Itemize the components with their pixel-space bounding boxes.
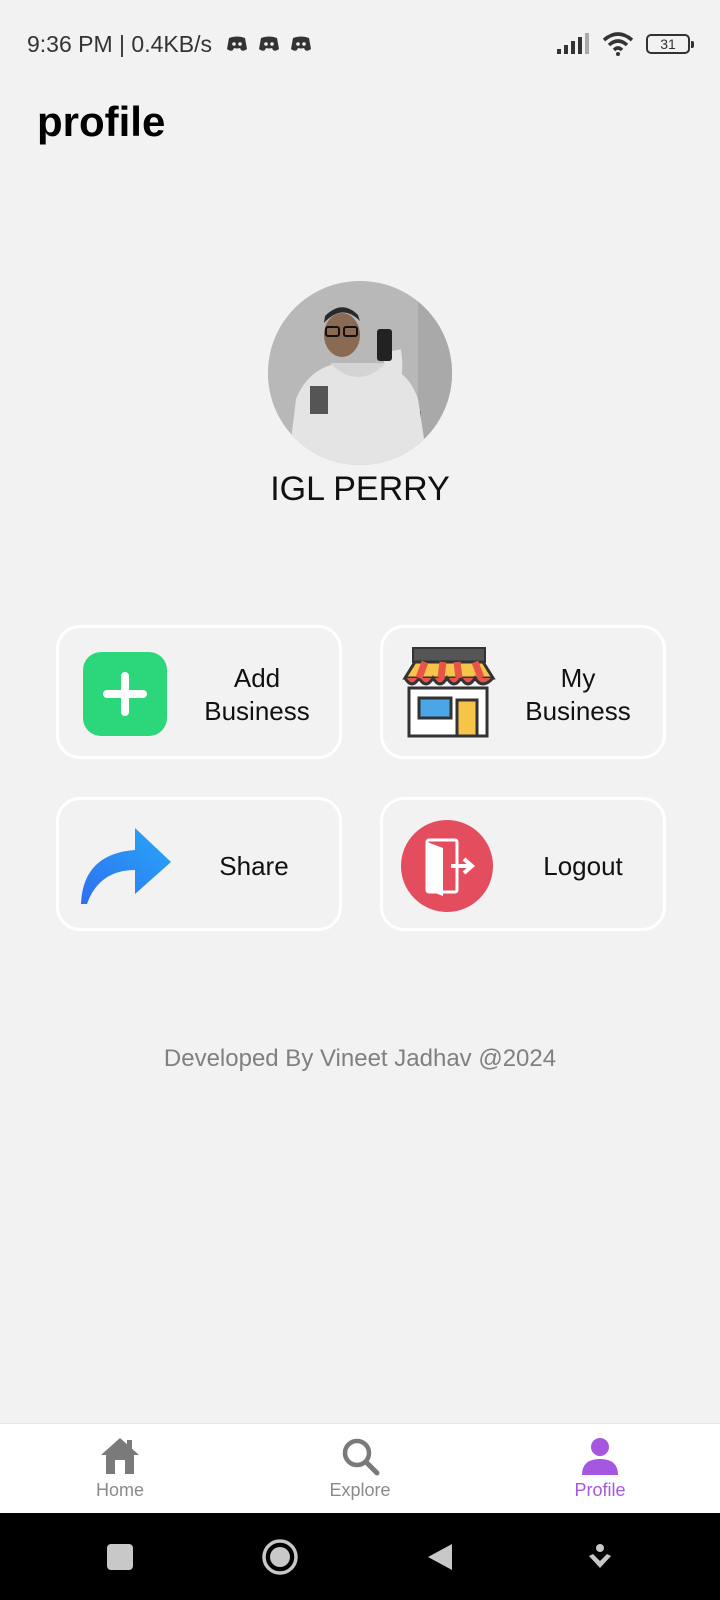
nav-label-home: Home xyxy=(95,1480,144,1500)
signal-icon xyxy=(557,33,589,54)
discord-icon xyxy=(258,36,279,51)
person-icon xyxy=(582,1438,618,1475)
logout-button[interactable]: Logout xyxy=(380,797,666,931)
nav-label-profile: Profile xyxy=(574,1480,626,1500)
battery-icon: 31 xyxy=(646,34,694,54)
home-circle-icon xyxy=(262,1538,298,1575)
assist-icon xyxy=(589,1543,611,1568)
store-icon xyxy=(402,647,496,738)
discord-icon xyxy=(290,36,311,51)
discord-icon xyxy=(226,36,247,51)
search-icon xyxy=(342,1438,380,1476)
back-button[interactable] xyxy=(410,1527,470,1587)
battery-level: 31 xyxy=(660,36,676,52)
developer-credit: Developed By Vineet Jadhav @2024 xyxy=(163,1045,557,1072)
plus-icon xyxy=(83,652,167,736)
my-business-button[interactable]: My Business xyxy=(380,625,666,759)
avatar[interactable] xyxy=(268,281,452,465)
system-home-button[interactable] xyxy=(250,1527,310,1587)
back-icon xyxy=(428,1543,452,1570)
assist-button[interactable] xyxy=(570,1527,630,1587)
user-name: IGL PERRY xyxy=(270,470,450,508)
bottom-navigation: Home Explore Profile xyxy=(0,1423,720,1513)
recents-button[interactable] xyxy=(90,1527,150,1587)
add-business-label-line1: Add xyxy=(233,663,281,693)
logout-door-icon xyxy=(401,820,493,912)
avatar-photo xyxy=(268,281,452,465)
share-label: Share xyxy=(219,851,289,881)
nav-label-explore: Explore xyxy=(329,1480,391,1500)
recents-icon xyxy=(107,1543,133,1570)
logout-label: Logout xyxy=(543,851,623,881)
add-business-button[interactable]: Add Business xyxy=(56,625,342,759)
nav-item-profile[interactable]: Profile xyxy=(480,1436,720,1501)
page-title: profile xyxy=(37,98,166,145)
status-time: 9:36 PM | 0.4KB/s xyxy=(27,30,212,57)
share-arrow-icon xyxy=(81,828,171,904)
home-icon xyxy=(101,1438,139,1474)
wifi-icon xyxy=(602,32,634,56)
nav-item-home[interactable]: Home xyxy=(0,1436,240,1501)
nav-item-explore[interactable]: Explore xyxy=(240,1436,480,1501)
system-navigation-bar xyxy=(0,1513,720,1600)
my-business-label-line1: My xyxy=(560,663,596,693)
my-business-label-line2: Business xyxy=(525,696,631,726)
share-button[interactable]: Share xyxy=(56,797,342,931)
add-business-label-line2: Business xyxy=(204,696,310,726)
status-bar: 9:36 PM | 0.4KB/s 31 xyxy=(0,0,720,88)
